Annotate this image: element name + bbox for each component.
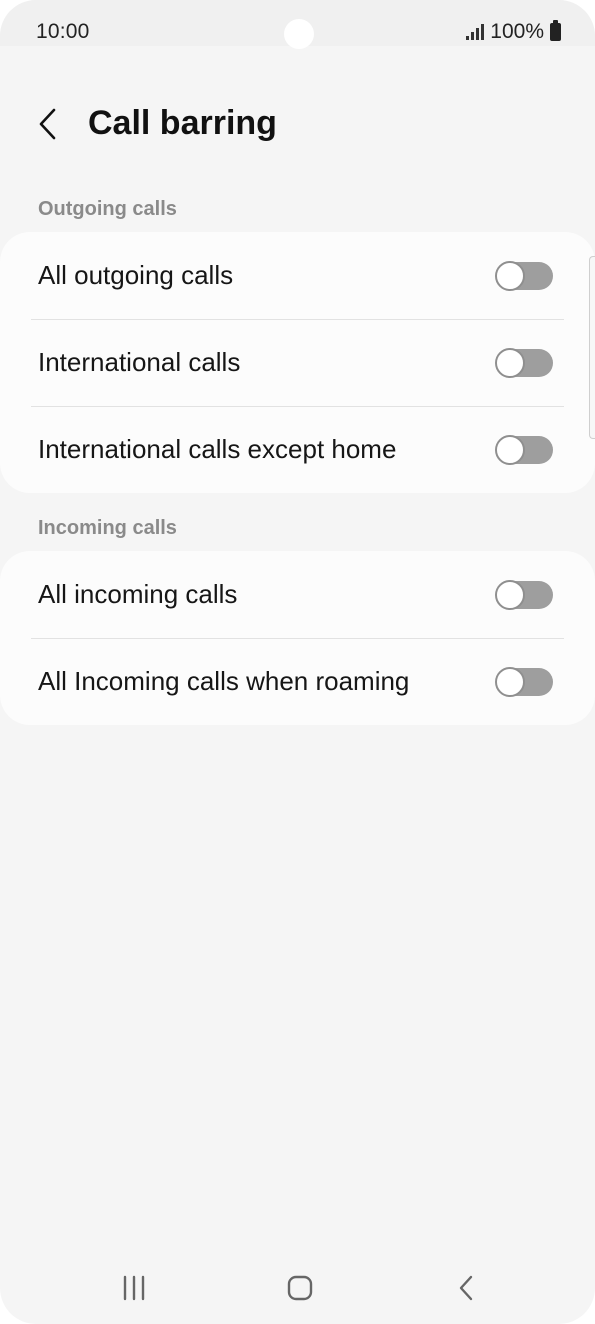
section-header-outgoing: Outgoing calls <box>38 198 177 220</box>
row-international-calls-except-home[interactable]: International calls except home <box>0 406 595 493</box>
toggle-switch[interactable] <box>495 260 553 291</box>
nav-back-button[interactable] <box>436 1266 496 1310</box>
camera-cutout <box>284 19 314 49</box>
signal-icon <box>466 24 485 40</box>
toggle-thumb <box>495 347 525 378</box>
battery-percent: 100% <box>490 20 544 43</box>
row-international-calls[interactable]: International calls <box>0 319 595 406</box>
toggle-thumb <box>495 579 525 610</box>
status-bar: 10:00 100% <box>0 0 595 49</box>
row-label: All Incoming calls when roaming <box>38 666 410 696</box>
scrollbar[interactable] <box>589 256 595 439</box>
phone-screen: 10:00 100% Call barring Outgoing calls A… <box>0 0 595 1324</box>
navigation-bar <box>0 1252 595 1324</box>
row-label: All incoming calls <box>38 579 238 609</box>
toggle-switch[interactable] <box>495 666 553 697</box>
toggle-switch[interactable] <box>495 347 553 378</box>
page-title: Call barring <box>88 104 277 142</box>
section-header-incoming: Incoming calls <box>38 517 177 539</box>
back-button[interactable] <box>24 100 72 148</box>
outgoing-calls-card: All outgoing calls International calls I… <box>0 232 595 493</box>
back-icon <box>459 1275 473 1301</box>
recent-apps-icon <box>123 1275 145 1301</box>
row-all-incoming-calls-when-roaming[interactable]: All Incoming calls when roaming <box>0 638 595 725</box>
row-label: International calls except home <box>38 434 397 464</box>
recent-apps-button[interactable] <box>104 1266 164 1310</box>
home-icon <box>287 1275 313 1301</box>
chevron-left-icon <box>39 108 56 140</box>
status-indicators: 100% <box>466 20 561 44</box>
home-button[interactable] <box>270 1266 330 1310</box>
toggle-thumb <box>495 666 525 697</box>
row-label: All outgoing calls <box>38 260 234 290</box>
status-time: 10:00 <box>36 20 90 43</box>
battery-icon <box>550 20 561 41</box>
incoming-calls-card: All incoming calls All Incoming calls wh… <box>0 551 595 725</box>
row-all-outgoing-calls[interactable]: All outgoing calls <box>0 232 595 319</box>
toggle-switch[interactable] <box>495 579 553 610</box>
app-bar: Call barring <box>0 90 595 160</box>
toggle-thumb <box>495 434 525 465</box>
toggle-switch[interactable] <box>495 434 553 465</box>
toggle-thumb <box>495 260 525 291</box>
row-all-incoming-calls[interactable]: All incoming calls <box>0 551 595 638</box>
row-label: International calls <box>38 347 241 377</box>
